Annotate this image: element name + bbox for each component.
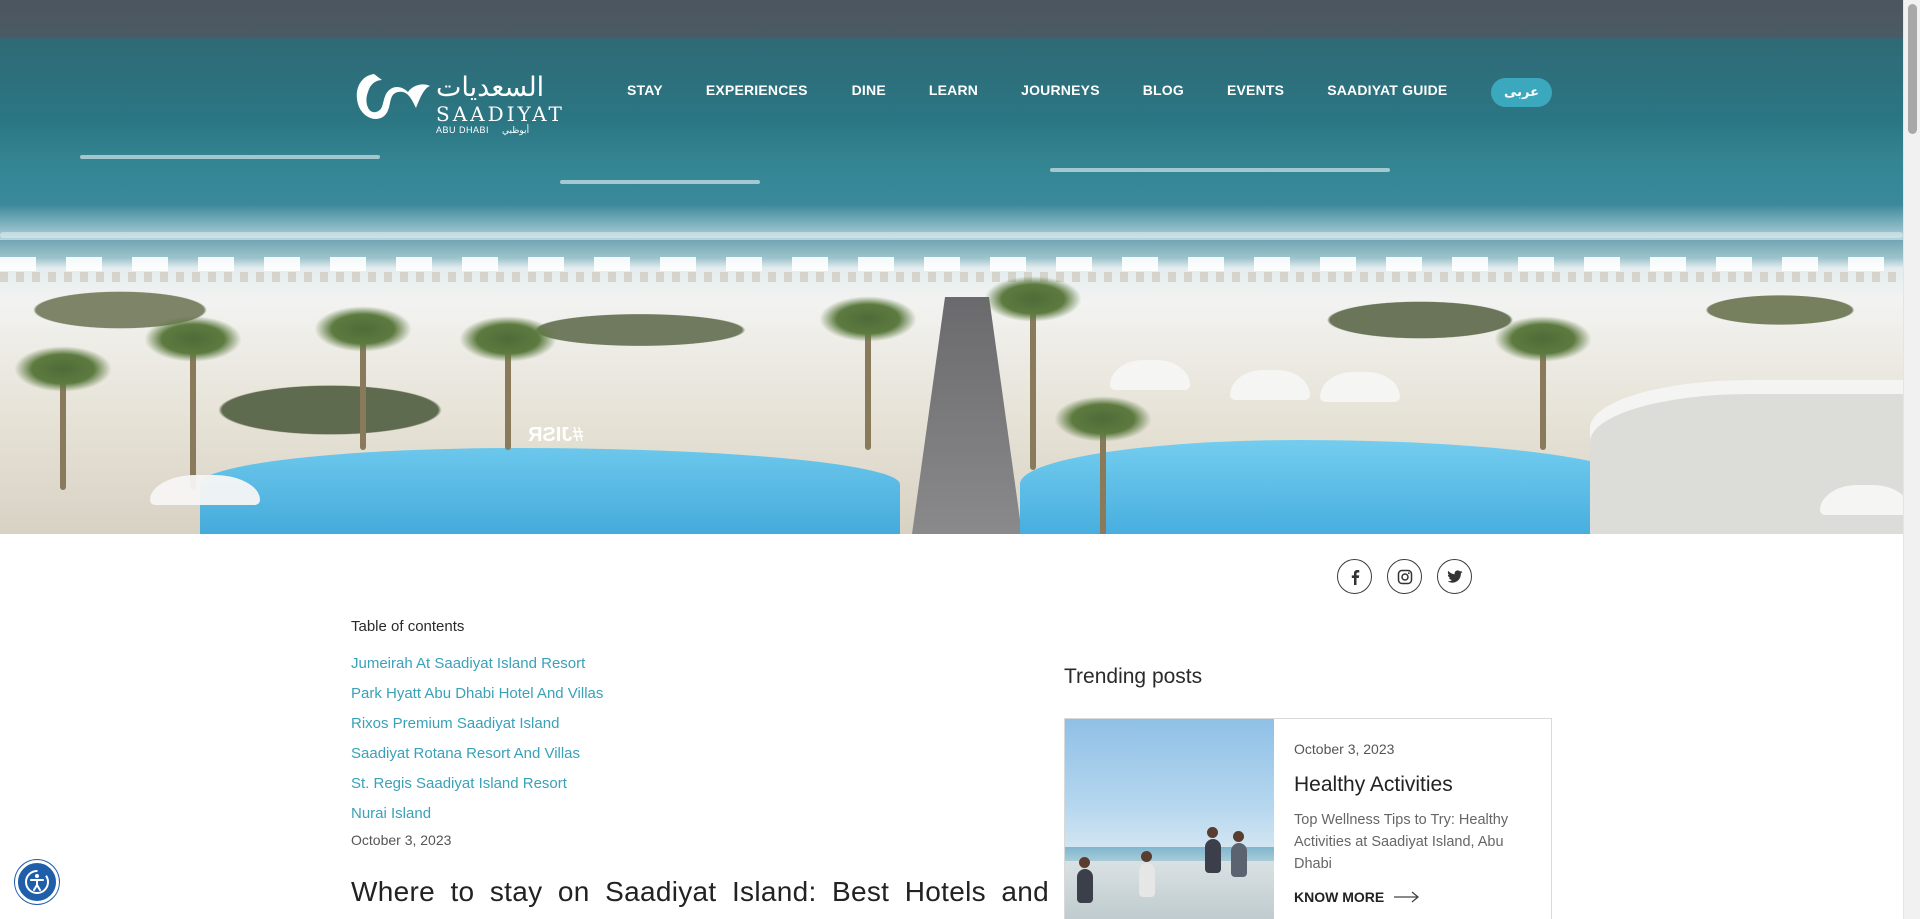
toc-list: Jumeirah At Saadiyat Island Resort Park … [351, 655, 603, 835]
trending-title: Trending posts [1064, 665, 1203, 688]
wave [560, 180, 760, 184]
page-scrollbar[interactable] [1903, 0, 1920, 919]
nav-item-blog[interactable]: BLOG [1143, 82, 1184, 98]
toc-title: Table of contents [351, 618, 465, 635]
accessibility-icon [25, 870, 49, 894]
trending-post-title[interactable]: Healthy Activities [1294, 773, 1453, 797]
wave [1050, 168, 1390, 172]
main-nav: STAY EXPERIENCES DINE LEARN JOURNEYS BLO… [627, 82, 1447, 98]
accessibility-button[interactable] [15, 860, 59, 904]
nav-item-learn[interactable]: LEARN [929, 82, 978, 98]
image-person-head [1207, 827, 1218, 838]
post-date: October 3, 2023 [351, 832, 452, 848]
trending-post-image [1065, 719, 1274, 919]
hero-sign: #JISR [528, 424, 584, 446]
palm-tree [1494, 316, 1592, 450]
logo-mark-icon [356, 74, 430, 119]
logo-arabic: السعديات [436, 72, 545, 103]
pool [200, 448, 900, 534]
toc-item-rotana[interactable]: Saadiyat Rotana Resort And Villas [351, 745, 603, 775]
logo-subtitle-ar: أبوظبي [502, 125, 530, 135]
toc-item-park-hyatt[interactable]: Park Hyatt Abu Dhabi Hotel And Villas [351, 685, 603, 715]
beach-chairs [0, 272, 1903, 282]
image-person [1231, 843, 1247, 877]
toc-item-jumeirah[interactable]: Jumeirah At Saadiyat Island Resort [351, 655, 603, 685]
twitter-icon[interactable] [1437, 559, 1472, 594]
saadiyat-logo[interactable]: السعديات SAADIYAT ABU DHABI أبوظبي [352, 68, 562, 138]
trending-post-description: Top Wellness Tips to Try: Healthy Activi… [1294, 812, 1509, 872]
instagram-icon[interactable] [1387, 559, 1422, 594]
logo-subtitle-en: ABU DHABI [436, 125, 490, 135]
trending-post-card[interactable]: October 3, 2023 Healthy Activities Top W… [1064, 718, 1552, 919]
know-more-label: KNOW MORE [1294, 889, 1385, 905]
palm-tree [984, 276, 1082, 470]
wave [80, 155, 380, 159]
palm-tree [1054, 396, 1152, 534]
image-person-head [1079, 857, 1090, 868]
facebook-icon[interactable] [1337, 559, 1372, 594]
palm-tree [314, 306, 412, 450]
language-toggle-button[interactable]: عربى [1491, 78, 1552, 107]
post-title: Where to stay on Saadiyat Island: Best H… [351, 876, 1049, 907]
image-person [1139, 863, 1155, 897]
image-person [1205, 839, 1221, 873]
palm-tree [14, 346, 112, 490]
image-person [1077, 869, 1093, 903]
nav-item-dine[interactable]: DINE [852, 82, 886, 98]
social-share [1337, 559, 1472, 594]
shoreline [0, 232, 1903, 238]
toc-item-nurai[interactable]: Nurai Island [351, 805, 603, 835]
toc-item-rixos[interactable]: Rixos Premium Saadiyat Island [351, 715, 603, 745]
sea [0, 150, 1903, 240]
hero-banner: #JISR [0, 0, 1903, 534]
palm-tree [144, 316, 242, 490]
scrollbar-thumb[interactable] [1908, 4, 1917, 134]
image-person-head [1233, 831, 1244, 842]
nav-item-journeys[interactable]: JOURNEYS [1021, 82, 1100, 98]
know-more-link[interactable]: KNOW MORE [1294, 889, 1420, 905]
nav-item-stay[interactable]: STAY [627, 82, 663, 98]
logo-subtitle: ABU DHABI أبوظبي [436, 125, 529, 136]
arrow-right-icon [1394, 891, 1420, 903]
trending-post-date: October 3, 2023 [1294, 741, 1395, 757]
logo-english: SAADIYAT [436, 102, 565, 126]
toc-item-st-regis[interactable]: St. Regis Saadiyat Island Resort [351, 775, 603, 805]
palm-tree [459, 316, 557, 450]
nav-item-events[interactable]: EVENTS [1227, 82, 1284, 98]
nav-item-experiences[interactable]: EXPERIENCES [706, 82, 808, 98]
pool [1020, 440, 1640, 534]
nav-item-saadiyat-guide[interactable]: SAADIYAT GUIDE [1327, 82, 1447, 98]
beach-umbrellas [0, 257, 1903, 271]
palm-tree [819, 296, 917, 450]
image-person-head [1141, 851, 1152, 862]
